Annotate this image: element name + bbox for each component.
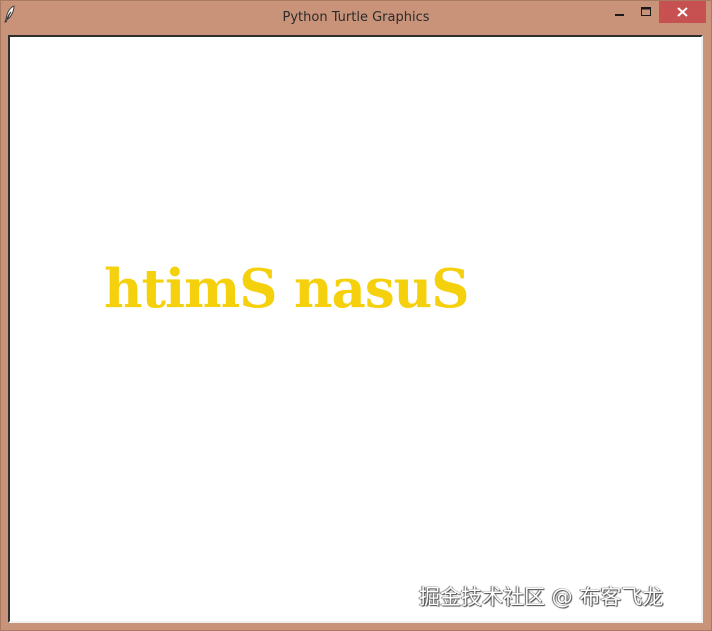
title-bar[interactable]: Python Turtle Graphics <box>1 1 711 34</box>
close-button[interactable] <box>659 1 706 23</box>
turtle-canvas[interactable]: htimS nasuS <box>10 37 701 621</box>
maximize-button[interactable] <box>633 1 659 23</box>
watermark-text: 掘金技术社区 @ 布客飞龙 <box>419 585 664 609</box>
close-icon <box>677 7 688 17</box>
turtle-written-text: htimS nasuS <box>104 258 469 320</box>
minimize-icon <box>615 14 624 16</box>
turtle-window: Python Turtle Graphics htimS nasuS 掘金技术社… <box>0 0 712 631</box>
canvas-frame: htimS nasuS <box>8 35 703 623</box>
maximize-icon <box>641 7 651 16</box>
minimize-button[interactable] <box>607 1 633 23</box>
window-title: Python Turtle Graphics <box>282 10 430 25</box>
